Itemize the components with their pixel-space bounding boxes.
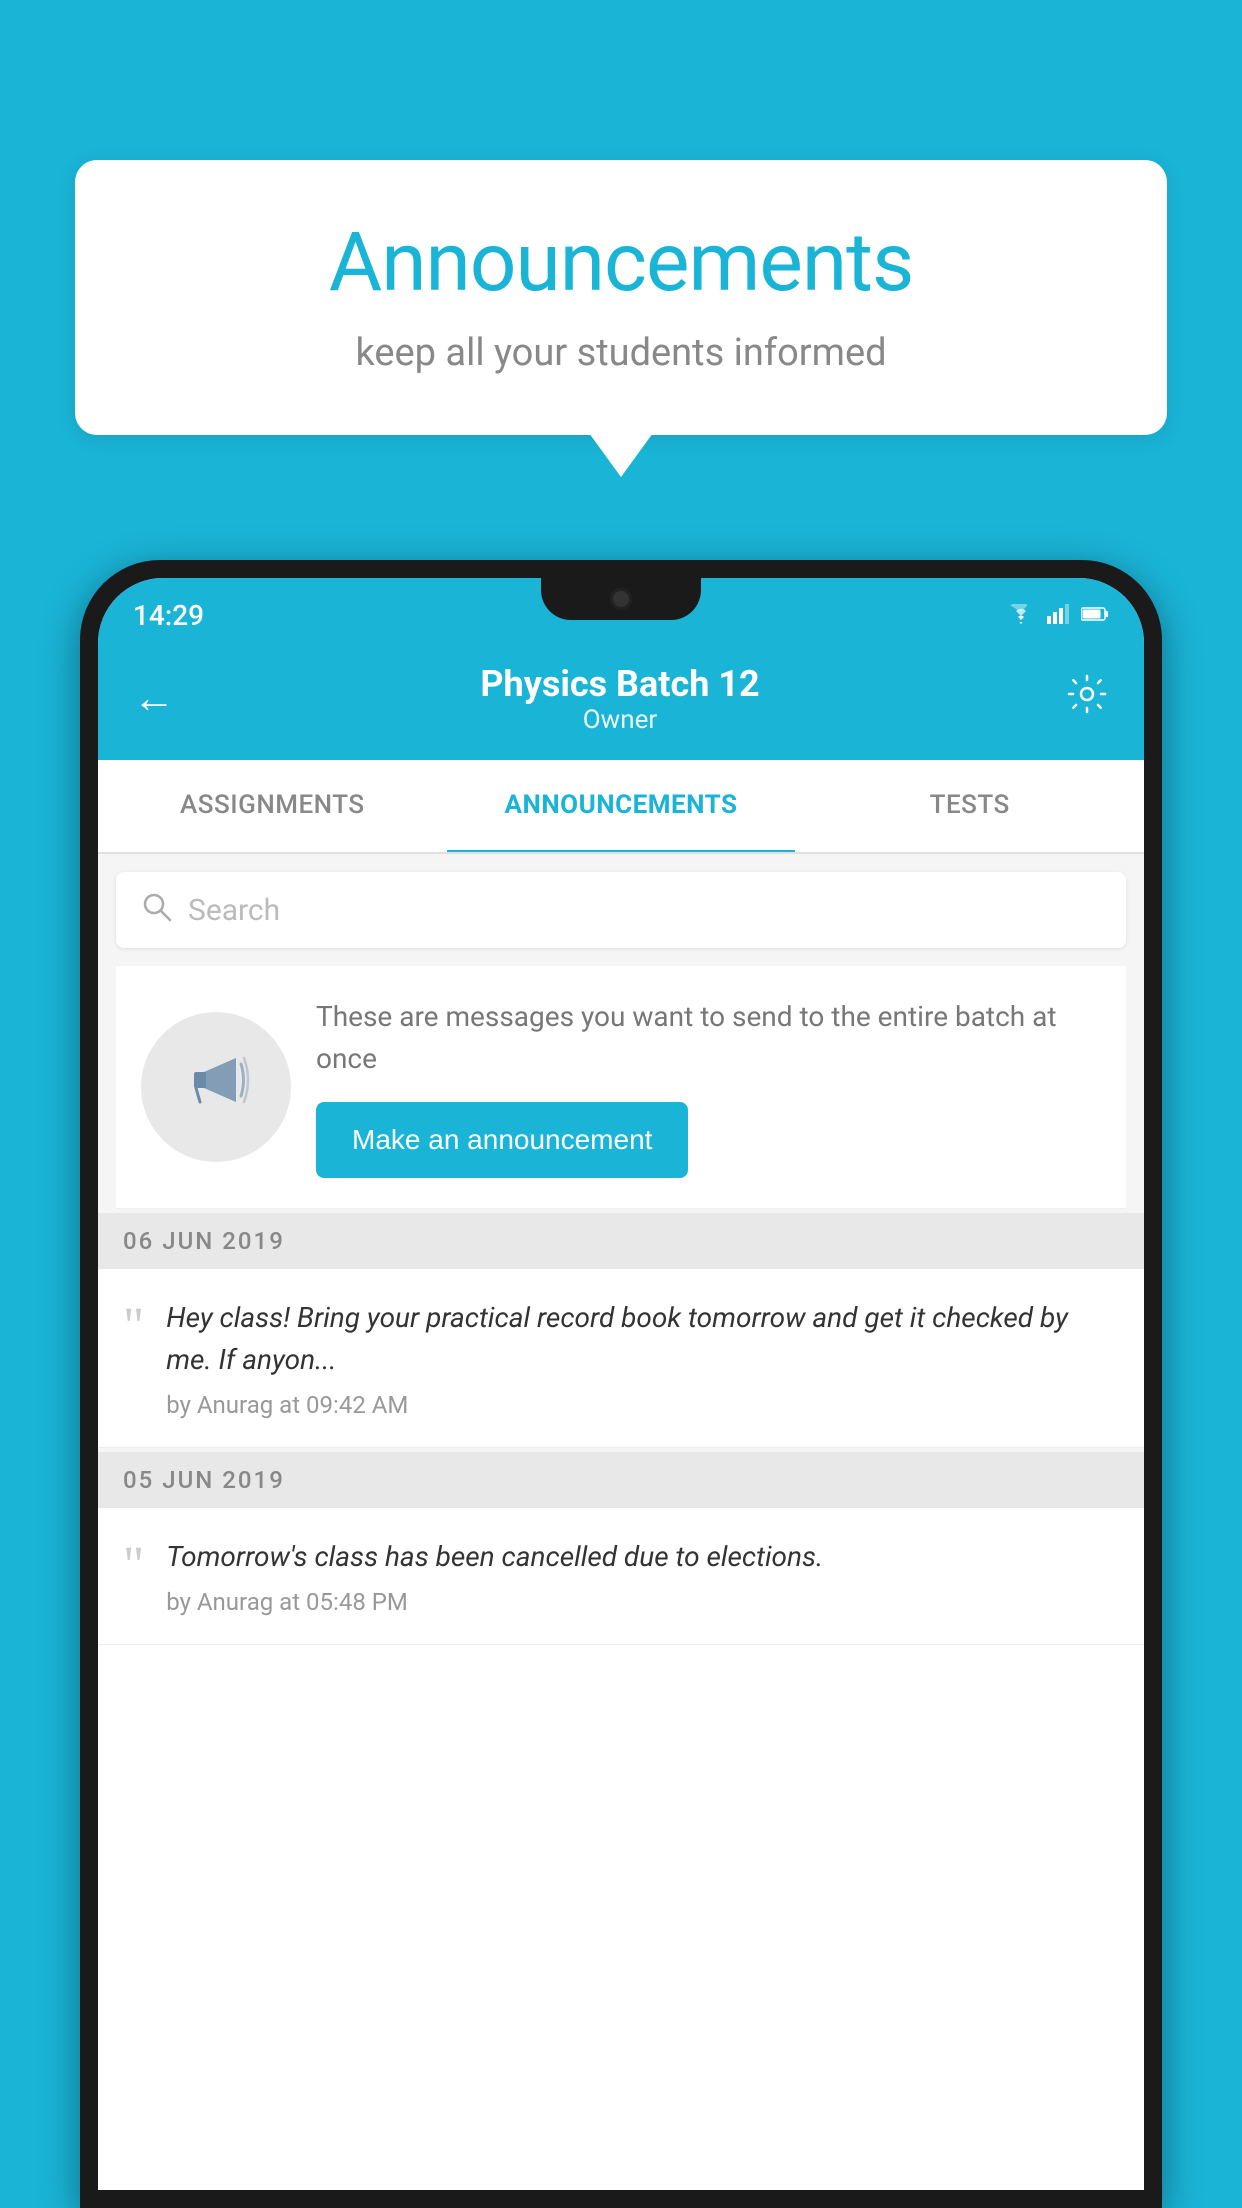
header-center: Physics Batch 12 Owner: [480, 663, 759, 735]
announcement-text-2: Tomorrow's class has been cancelled due …: [166, 1536, 823, 1578]
announcement-content-2: Tomorrow's class has been cancelled due …: [166, 1536, 823, 1616]
phone-inner: 14:29: [98, 578, 1144, 2190]
status-icons: [1007, 604, 1109, 628]
promo-right: These are messages you want to send to t…: [316, 996, 1101, 1178]
tab-tests[interactable]: TESTS: [795, 760, 1144, 852]
announcement-item-2[interactable]: " Tomorrow's class has been cancelled du…: [98, 1508, 1144, 1645]
speech-bubble: Announcements keep all your students inf…: [75, 160, 1167, 435]
speech-bubble-container: Announcements keep all your students inf…: [75, 160, 1167, 435]
camera-notch: [610, 588, 632, 610]
app-header: ← Physics Batch 12 Owner: [98, 643, 1144, 760]
announcement-text-1: Hey class! Bring your practical record b…: [166, 1297, 1119, 1381]
search-placeholder: Search: [188, 893, 280, 928]
settings-button[interactable]: [1065, 672, 1109, 726]
back-button[interactable]: ←: [133, 678, 175, 720]
announcement-content-1: Hey class! Bring your practical record b…: [166, 1297, 1119, 1419]
announcement-meta-2: by Anurag at 05:48 PM: [166, 1588, 823, 1616]
make-announcement-button[interactable]: Make an announcement: [316, 1102, 688, 1178]
date-separator-2: 05 JUN 2019: [98, 1452, 1144, 1508]
tab-assignments[interactable]: ASSIGNMENTS: [98, 760, 447, 852]
announcement-item-1[interactable]: " Hey class! Bring your practical record…: [98, 1269, 1144, 1448]
signal-icon: [1047, 604, 1069, 628]
date-separator-1: 06 JUN 2019: [98, 1213, 1144, 1269]
content-area: Search: [98, 854, 1144, 1645]
bubble-subtitle: keep all your students informed: [135, 331, 1107, 375]
phone-notch: [541, 578, 701, 620]
quote-icon-1: ": [123, 1301, 144, 1353]
battery-icon: [1081, 606, 1109, 626]
promo-icon-circle: [141, 1012, 291, 1162]
tabs-bar: ASSIGNMENTS ANNOUNCEMENTS TESTS: [98, 760, 1144, 854]
header-subtitle: Owner: [480, 705, 759, 735]
megaphone-icon: [176, 1038, 256, 1136]
phone-outer: 14:29: [80, 560, 1162, 2208]
announcement-meta-1: by Anurag at 09:42 AM: [166, 1391, 1119, 1419]
quote-icon-2: ": [123, 1540, 144, 1592]
bubble-title: Announcements: [135, 215, 1107, 311]
phone-mockup: 14:29: [80, 560, 1162, 2208]
status-time: 14:29: [133, 599, 204, 632]
tab-announcements[interactable]: ANNOUNCEMENTS: [447, 760, 796, 854]
search-icon: [140, 890, 172, 930]
search-bar[interactable]: Search: [116, 872, 1126, 948]
promo-description: These are messages you want to send to t…: [316, 996, 1101, 1080]
promo-section: These are messages you want to send to t…: [116, 966, 1126, 1209]
wifi-icon: [1007, 604, 1035, 628]
header-title: Physics Batch 12: [480, 663, 759, 705]
